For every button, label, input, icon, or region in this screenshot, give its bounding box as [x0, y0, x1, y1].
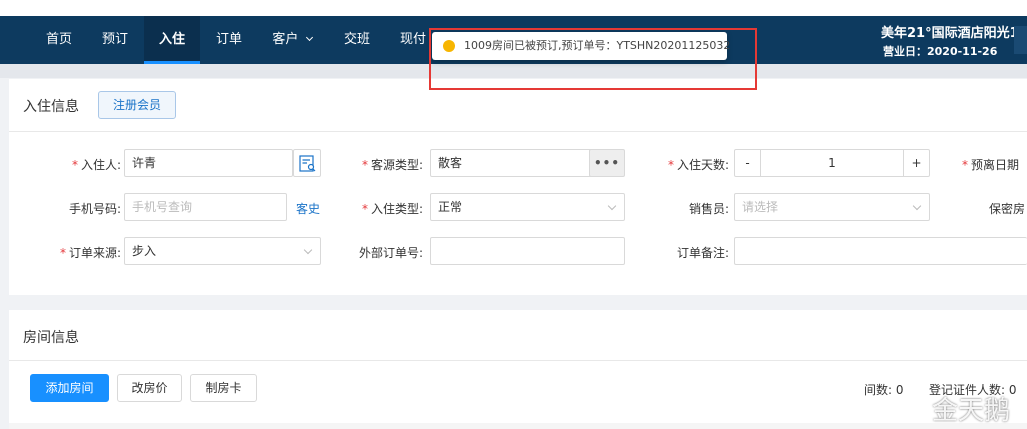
chevron-down-icon [305, 33, 313, 42]
nav-item-customers[interactable]: 客户 [262, 16, 322, 64]
nav-item-label: 订单 [215, 32, 242, 47]
nav-item-label: 交班 [343, 32, 370, 47]
sales-label: 销售员: [688, 202, 729, 216]
checkin-info-card: 入住信息 注册会员 * 入住人: 许青 * 客源类型: 散客 ••• * 入住天数: … [9, 79, 1027, 295]
checkin-type-label-text: 入住类型: [370, 202, 423, 216]
nav-item-label: 现付 [399, 32, 426, 47]
id-card-reader-button[interactable] [293, 149, 321, 177]
checkin-type-select[interactable]: 正常 [430, 193, 625, 221]
days-value[interactable]: 1 [761, 150, 903, 176]
room-card-title: 房间信息 [23, 330, 79, 346]
order-note-input[interactable] [734, 237, 1027, 265]
checkin-type-label: * 入住类型: [345, 200, 423, 217]
top-strip [0, 0, 1027, 16]
guest-label-text: 入住人: [80, 158, 121, 172]
business-date: 营业日：2020-11-26 [883, 45, 998, 58]
order-note-label: 订单备注: [676, 246, 729, 260]
required-mark: * [71, 158, 78, 172]
sales-placeholder: 请选择 [742, 200, 779, 214]
guest-name-input[interactable]: 许青 [124, 149, 293, 177]
register-member-button[interactable]: 注册会员 [98, 91, 176, 119]
add-room-button[interactable]: 添加房间 [30, 374, 109, 402]
watermark: 金天鹅 [932, 396, 1011, 426]
checkin-type-value: 正常 [438, 200, 463, 214]
external-order-input[interactable] [430, 237, 625, 265]
secret-room-label: 保密房 [989, 202, 1026, 216]
nav-item-label: 入住 [158, 32, 185, 47]
days-stepper: - 1 + [734, 149, 930, 177]
guest-label: * 入住人: [49, 156, 121, 173]
external-order-label: 外部订单号: [358, 246, 423, 260]
source-type-input[interactable]: 散客 [430, 149, 600, 177]
phone-search-input[interactable]: 手机号查询 [124, 193, 287, 221]
days-label: * 入住天数: [651, 156, 729, 173]
required-mark: * [361, 202, 368, 216]
change-price-button[interactable]: 改房价 [117, 374, 182, 402]
days-minus-button[interactable]: - [735, 150, 761, 176]
hotel-name: 美年21°国际酒店阳光100店 [881, 26, 1027, 41]
make-room-card-button[interactable]: 制房卡 [190, 374, 257, 402]
nav-item-home[interactable]: 首页 [36, 16, 82, 64]
checkin-card-title: 入住信息 [23, 99, 79, 115]
order-source-label-text: 订单来源: [68, 246, 121, 260]
more-dots-icon: ••• [593, 156, 620, 170]
guest-history-link[interactable]: 客史 [296, 200, 320, 217]
room-count: 间数: 0 [864, 383, 904, 397]
nav-item-shift[interactable]: 交班 [334, 16, 380, 64]
source-type-label: * 客源类型: [345, 156, 423, 173]
departure-date-label: * 预离日期 [962, 156, 1027, 173]
chevron-down-icon [303, 245, 313, 255]
room-info-card: 房间信息 添加房间 改房价 制房卡 间数: 0 登记证件人数: 0 [9, 310, 1027, 429]
departure-label-text: 预离日期 [971, 158, 1020, 172]
source-type-more-button[interactable]: ••• [589, 149, 625, 177]
chevron-down-icon [912, 201, 922, 211]
source-type-label-text: 客源类型: [370, 158, 423, 172]
card-divider [9, 131, 1027, 132]
required-mark: * [361, 158, 368, 172]
nav-item-label: 预订 [101, 32, 128, 47]
room-table-header [9, 423, 1027, 429]
sales-select[interactable]: 请选择 [734, 193, 930, 221]
required-mark: * [667, 158, 674, 172]
card-divider [9, 360, 1027, 361]
nav-item-orders[interactable]: 订单 [206, 16, 252, 64]
nav-item-booking[interactable]: 预订 [92, 16, 138, 64]
chevron-down-icon [607, 201, 617, 211]
order-source-label: * 订单来源: [49, 244, 121, 261]
highlight-box [429, 28, 757, 90]
required-mark: * [59, 246, 66, 260]
order-source-value: 步入 [132, 244, 157, 258]
days-plus-button[interactable]: + [903, 150, 929, 176]
required-mark: * [962, 158, 968, 172]
order-source-select[interactable]: 步入 [124, 237, 321, 265]
nav-scroll-button[interactable] [1014, 26, 1027, 54]
id-card-icon [299, 155, 316, 172]
nav-item-label: 客户 [272, 32, 299, 47]
nav-item-checkin[interactable]: 入住 [144, 16, 200, 64]
phone-label: 手机号码: [68, 202, 121, 216]
nav-item-label: 首页 [45, 32, 72, 47]
days-label-text: 入住天数: [676, 158, 729, 172]
